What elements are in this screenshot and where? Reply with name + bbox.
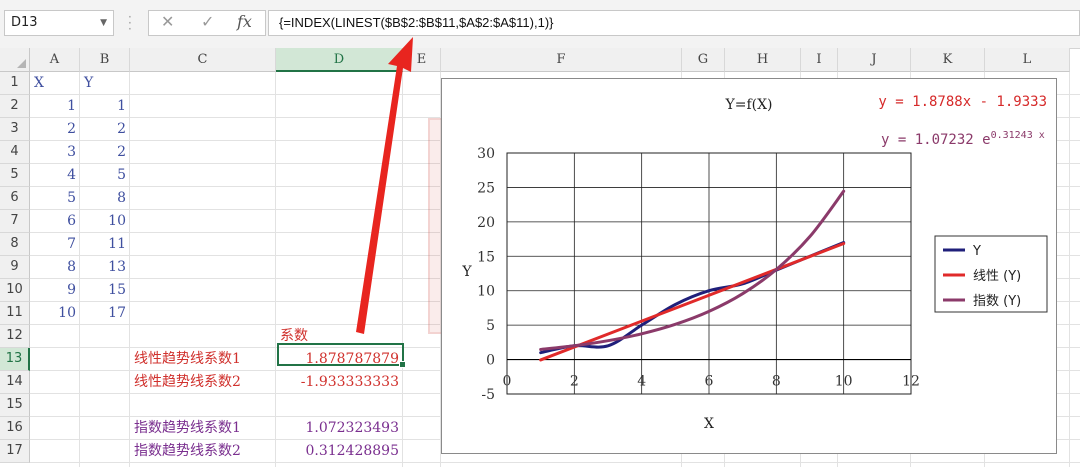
chevron-down-icon[interactable]: ▼ — [100, 11, 107, 35]
row-header-16[interactable]: 16 — [0, 417, 30, 440]
legend-label: 指数 (Y) — [973, 294, 1021, 309]
formula-bar: D13 ▼ · · · ✕ ✓ fx {=INDEX(LINEST($B$2:$B$… — [0, 0, 1080, 49]
column-header-h[interactable]: H — [725, 48, 801, 72]
cell-b8[interactable]: 11 — [80, 233, 130, 256]
row-header-13[interactable]: 13 — [0, 348, 30, 371]
y-tick-label: 10 — [477, 284, 495, 300]
row-header-8[interactable]: 8 — [0, 233, 30, 256]
row-header-12[interactable]: 12 — [0, 325, 30, 348]
cell-a6[interactable]: 5 — [30, 187, 80, 210]
x-tick-label: 8 — [772, 374, 781, 390]
cell-c14[interactable]: 线性趋势线系数2 — [130, 371, 280, 394]
formula-input[interactable]: {=INDEX(LINEST($B$2:$B$11,$A$2:$A$11),1)… — [268, 10, 1080, 36]
name-box[interactable]: D13 ▼ — [4, 10, 114, 36]
row-header-3[interactable]: 3 — [0, 118, 30, 141]
y-tick-label: 5 — [486, 318, 495, 334]
x-tick-label: 4 — [637, 374, 646, 390]
x-tick-label: 2 — [570, 374, 579, 390]
row-header-10[interactable]: 10 — [0, 279, 30, 302]
active-cell-d13[interactable] — [277, 343, 406, 368]
column-header-j[interactable]: J — [838, 48, 911, 72]
row-header-15[interactable]: 15 — [0, 394, 30, 417]
y-tick-label: 0 — [486, 353, 495, 369]
cell-a1[interactable]: X — [30, 72, 84, 95]
legend-label: 线性 (Y) — [973, 269, 1021, 284]
chart-title: Y=f(X) — [724, 97, 772, 113]
cell-b6[interactable]: 8 — [80, 187, 130, 210]
cell-a11[interactable]: 10 — [30, 302, 80, 325]
cell-a9[interactable]: 8 — [30, 256, 80, 279]
cell-b3[interactable]: 2 — [80, 118, 130, 141]
y-tick-label: -5 — [481, 387, 495, 403]
row-header-2[interactable]: 2 — [0, 95, 30, 118]
column-header-f[interactable]: F — [441, 48, 682, 72]
y-axis-label: Y — [461, 264, 472, 280]
linear-equation-label: y = 1.8788x - 1.9333 — [878, 94, 1047, 110]
y-tick-label: 15 — [477, 249, 495, 265]
row-header-4[interactable]: 4 — [0, 141, 30, 164]
x-tick-label: 0 — [503, 374, 512, 390]
cell-a4[interactable]: 3 — [30, 141, 80, 164]
row-header-17[interactable]: 17 — [0, 440, 30, 463]
more-icon[interactable]: · · · — [128, 11, 132, 35]
column-header-g[interactable]: G — [682, 48, 725, 72]
cell-c13[interactable]: 线性趋势线系数1 — [130, 348, 280, 371]
x-tick-label: 10 — [835, 374, 853, 390]
column-header-l[interactable]: L — [985, 48, 1070, 72]
cell-b10[interactable]: 15 — [80, 279, 130, 302]
name-box-value: D13 — [11, 15, 38, 30]
cell-c17[interactable]: 指数趋势线系数2 — [130, 440, 280, 463]
row-header-6[interactable]: 6 — [0, 187, 30, 210]
exp-equation-exponent: 0.31243 x — [991, 130, 1045, 141]
row-header-7[interactable]: 7 — [0, 210, 30, 233]
exp-equation-base: y = 1.07232 e — [881, 132, 991, 148]
x-tick-label: 6 — [705, 374, 714, 390]
row-header-14[interactable]: 14 — [0, 371, 30, 394]
formula-buttons: ✕ ✓ fx — [148, 10, 266, 36]
row-header-5[interactable]: 5 — [0, 164, 30, 187]
cell-a10[interactable]: 9 — [30, 279, 80, 302]
cell-b1[interactable]: Y — [80, 72, 134, 95]
row-header-1[interactable]: 1 — [0, 72, 30, 95]
insert-function-icon[interactable]: fx — [237, 12, 252, 31]
column-header-k[interactable]: K — [911, 48, 985, 72]
enter-icon[interactable]: ✓ — [201, 12, 214, 31]
cell-a7[interactable]: 6 — [30, 210, 80, 233]
gridline — [275, 72, 276, 467]
cell-b11[interactable]: 17 — [80, 302, 130, 325]
cell-b4[interactable]: 2 — [80, 141, 130, 164]
y-tick-label: 30 — [477, 146, 495, 162]
cell-c16[interactable]: 指数趋势线系数1 — [130, 417, 280, 440]
cell-a2[interactable]: 1 — [30, 95, 80, 118]
row-header-9[interactable]: 9 — [0, 256, 30, 279]
cell-d17[interactable]: 0.312428895 — [276, 440, 403, 463]
column-header-b[interactable]: B — [80, 48, 130, 72]
cell-b2[interactable]: 1 — [80, 95, 130, 118]
legend-label: Y — [972, 244, 981, 259]
cell-b7[interactable]: 10 — [80, 210, 130, 233]
cell-a8[interactable]: 7 — [30, 233, 80, 256]
cell-b9[interactable]: 13 — [80, 256, 130, 279]
gridline — [402, 72, 403, 467]
select-all-corner[interactable] — [0, 48, 30, 72]
row-header-11[interactable]: 11 — [0, 302, 30, 325]
gridline — [1069, 72, 1070, 467]
cell-b5[interactable]: 5 — [80, 164, 130, 187]
y-tick-label: 25 — [477, 180, 495, 196]
x-tick-label: 12 — [902, 374, 920, 390]
y-tick-label: 20 — [477, 215, 495, 231]
x-axis-label: X — [704, 416, 714, 432]
cell-a3[interactable]: 2 — [30, 118, 80, 141]
column-header-d[interactable]: D — [276, 48, 403, 72]
column-header-a[interactable]: A — [30, 48, 80, 72]
column-header-c[interactable]: C — [130, 48, 276, 72]
cell-d14[interactable]: -1.933333333 — [276, 371, 403, 394]
cancel-icon[interactable]: ✕ — [161, 12, 174, 31]
column-header-e[interactable]: E — [403, 48, 441, 72]
cell-d16[interactable]: 1.072323493 — [276, 417, 403, 440]
trendline-chart[interactable]: 0 2 4 6 8 10 12 -5 0 5 10 15 20 25 30 Y=f(X) X Yy = 1.878… — [441, 78, 1057, 454]
column-header-i[interactable]: I — [801, 48, 838, 72]
cell-a5[interactable]: 4 — [30, 164, 80, 187]
